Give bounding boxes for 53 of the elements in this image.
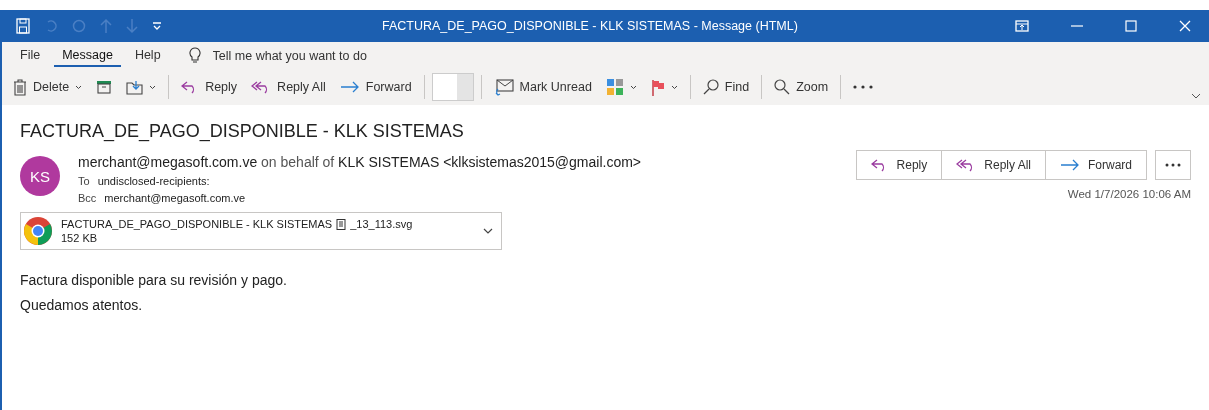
attachment-name: _13_113.svg [350,218,413,230]
ribbon-tab[interactable]: File [12,44,49,67]
tell-me-field[interactable]: Tell me what you want to do [188,47,435,64]
folder-arrow-icon [126,79,144,95]
bcc-recipient: merchant@megasoft.com.ve [104,192,246,204]
forward-arrow-icon [1060,159,1080,171]
attachment-name: FACTURA_DE_PAGO_DISPONIBLE - KLK SISTEMAS [61,218,333,230]
customize-icon[interactable] [152,21,162,31]
envelope-icon [493,78,514,96]
archive-box-icon [96,80,113,94]
more-actions-button[interactable] [1155,150,1191,180]
message-subject: FACTURA_DE_PAGO_DISPONIBLE - KLK SISTEMAS [20,121,465,142]
reply-button[interactable]: Reply [176,77,243,97]
magnifier-icon [774,79,791,95]
more-icon [1165,163,1181,167]
caret-icon [149,85,157,89]
delete-button[interactable]: Delete [8,75,88,99]
reply-all-button[interactable]: Reply All [246,77,331,97]
body-text: Quedamos atentos. [20,297,144,313]
received-date: Wed 1/7/2026 10:06 AM [1067,188,1191,200]
save-icon[interactable] [16,18,30,34]
zoom-button[interactable]: Zoom [769,76,834,98]
chevron-down-icon[interactable] [483,228,493,234]
to-recipients: undisclosed-recipients: [97,175,210,187]
trash-icon [13,78,27,96]
document-icon [336,218,347,230]
caret-icon [629,85,637,89]
forward-arrow-icon [339,81,360,93]
sender-line: merchant@megasoft.com.ve on behalf of KLK SISTEMAS <klksistemas2015@gmail.com> [78,154,641,170]
maximize-icon[interactable] [1125,20,1137,32]
ribbon-display-icon[interactable] [1015,20,1029,32]
caret-icon [75,85,83,89]
to-label: To [78,175,90,187]
lightbulb-icon [188,47,201,64]
more-icon [853,85,874,89]
ribbon-tab[interactable]: Message [54,44,121,67]
bcc-label: Bcc [78,192,97,204]
attachment-size: 152 KB [61,232,99,244]
collapse-ribbon-icon[interactable] [1191,93,1201,99]
sender-avatar: KS [20,156,60,196]
caret-icon [670,85,678,89]
attachment-card[interactable]: FACTURA_DE_PAGO_DISPONIBLE - KLK SISTEMAS _13_113.svg 152 KB [20,212,502,250]
ribbon-tab[interactable]: Help [126,44,169,67]
forward-button[interactable]: Forward [334,77,417,97]
close-icon[interactable] [1179,20,1191,32]
body-text: Factura disponible para su revisión y pago. [20,272,288,288]
color-squares-icon [605,78,624,96]
mark-unread-button[interactable]: Mark Unread [488,75,597,99]
flag-icon [650,78,665,96]
browser-logo-icon [23,216,53,246]
find-button[interactable]: Find [697,76,755,98]
window-title: FACTURA_DE_PAGO_DISPONIBLE - KLK SISTEMAS - Message (HTML) [382,19,798,33]
search-icon [702,79,719,95]
